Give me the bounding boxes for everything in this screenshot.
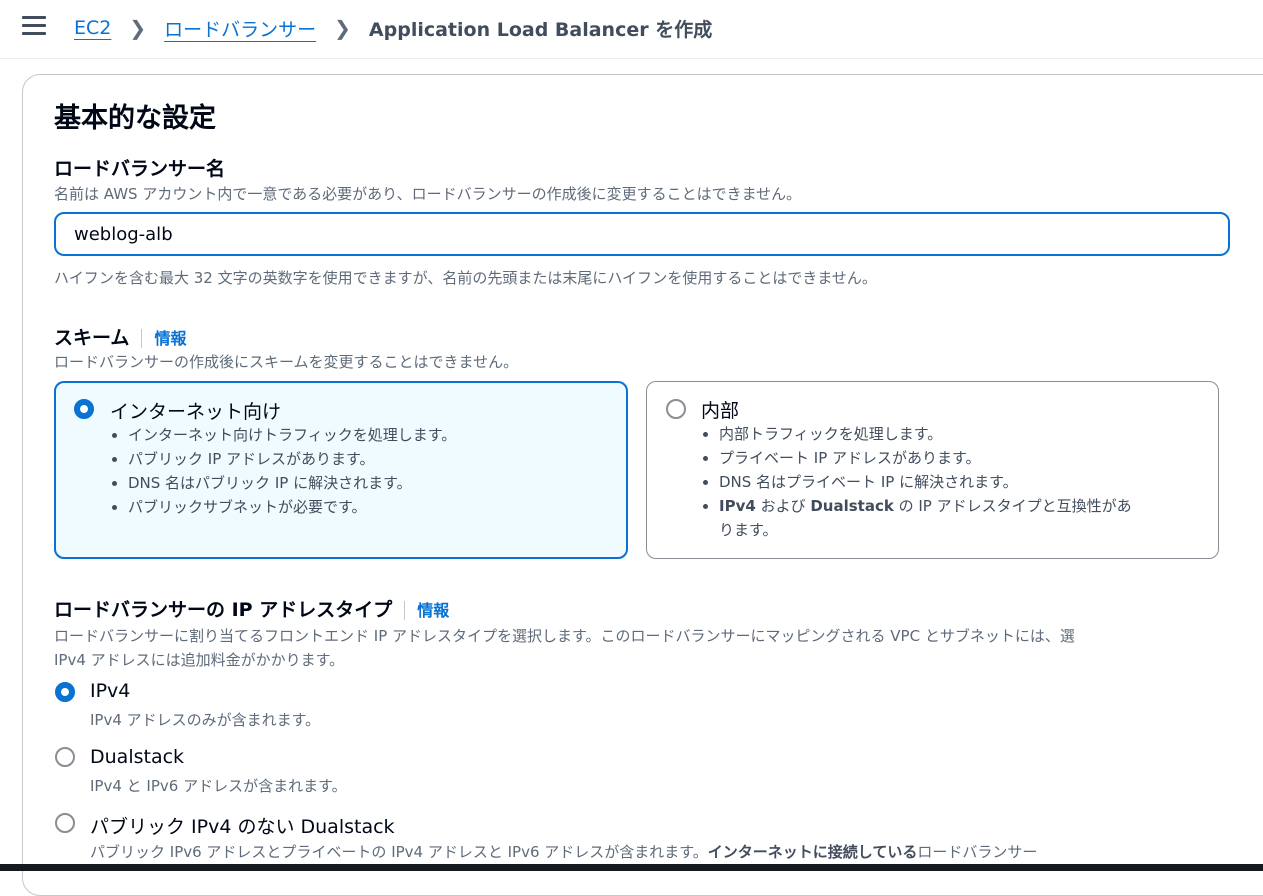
scheme-option-internet-facing[interactable]: インターネット向け インターネット向けトラフィックを処理します。 パブリック I… xyxy=(54,381,628,559)
ip-type-option-label[interactable]: IPv4 xyxy=(90,680,130,702)
radio-button[interactable] xyxy=(74,399,94,419)
ip-type-option-label[interactable]: Dualstack xyxy=(90,746,184,768)
ip-type-radio-dualstack-no-public-ipv4[interactable] xyxy=(55,813,75,833)
breadcrumb-current: Application Load Balancer を作成 xyxy=(368,18,713,41)
list-item: DNS 名はプライベート IP に解決されます。 xyxy=(719,470,1132,494)
lb-name-constraint: ハイフンを含む最大 32 文字の英数字を使用できますが、名前の先頭または末尾にハ… xyxy=(54,269,877,287)
scheme-info-link[interactable]: 情報 xyxy=(141,329,187,348)
scheme-option-label: 内部 xyxy=(701,400,740,422)
list-item: パブリックサブネットが必要です。 xyxy=(128,495,456,519)
ip-type-radio-ipv4[interactable] xyxy=(55,682,75,702)
scheme-option-label: インターネット向け xyxy=(110,401,282,423)
ip-type-description-line1: ロードバランサーに割り当てるフロントエンド IP アドレスタイプを選択します。こ… xyxy=(54,627,1075,645)
ip-type-description-line2: IPv4 アドレスには追加料金がかかります。 xyxy=(54,651,345,669)
scheme-label: スキーム 情報 xyxy=(54,323,187,350)
ip-type-option-label[interactable]: パブリック IPv4 のない Dualstack xyxy=(90,812,395,839)
bottom-edge xyxy=(0,864,1263,871)
list-item: DNS 名はパブリック IP に解決されます。 xyxy=(128,471,456,495)
chevron-right-icon: ❯ xyxy=(129,16,147,40)
lb-name-input[interactable]: weblog-alb xyxy=(54,212,1230,256)
lb-name-value: weblog-alb xyxy=(74,223,173,245)
scheme-option-internal[interactable]: 内部 内部トラフィックを処理します。 プライベート IP アドレスがあります。 … xyxy=(646,381,1219,559)
ip-type-option-description: IPv4 アドレスのみが含まれます。 xyxy=(90,711,321,729)
radio-button[interactable] xyxy=(666,399,686,419)
lb-name-description: 名前は AWS アカウント内で一意である必要があり、ロードバランサーの作成後に変… xyxy=(54,185,802,203)
section-title: 基本的な設定 xyxy=(54,103,216,134)
breadcrumb: EC2 ❯ ロードバランサー ❯ Application Load Balanc… xyxy=(74,15,712,41)
list-item: 内部トラフィックを処理します。 xyxy=(719,422,1132,446)
scheme-option-bullets: 内部トラフィックを処理します。 プライベート IP アドレスがあります。 DNS… xyxy=(699,422,1132,542)
top-bar: EC2 ❯ ロードバランサー ❯ Application Load Balanc… xyxy=(0,0,1263,59)
list-item: IPv4 および Dualstack の IP アドレスタイプと互換性があります… xyxy=(719,494,1132,542)
lb-name-label: ロードバランサー名 xyxy=(54,158,226,180)
ip-type-info-link[interactable]: 情報 xyxy=(404,601,450,620)
breadcrumb-load-balancers-link[interactable]: ロードバランサー xyxy=(164,15,316,42)
scheme-option-bullets: インターネット向けトラフィックを処理します。 パブリック IP アドレスがありま… xyxy=(108,423,456,519)
list-item: プライベート IP アドレスがあります。 xyxy=(719,446,1132,470)
list-item: インターネット向けトラフィックを処理します。 xyxy=(128,423,456,447)
scheme-label-text: スキーム xyxy=(54,327,130,349)
ip-type-option-description: IPv4 と IPv6 アドレスが含まれます。 xyxy=(90,777,347,795)
ip-type-label: ロードバランサーの IP アドレスタイプ 情報 xyxy=(54,595,450,622)
chevron-right-icon: ❯ xyxy=(334,16,351,40)
scheme-description: ロードバランサーの作成後にスキームを変更することはできません。 xyxy=(54,353,519,371)
list-item: パブリック IP アドレスがあります。 xyxy=(128,447,456,471)
breadcrumb-ec2-link[interactable]: EC2 xyxy=(74,17,111,39)
ip-type-option-description: パブリック IPv6 アドレスとプライベートの IPv4 アドレスと IPv6 … xyxy=(90,843,1038,861)
menu-icon[interactable] xyxy=(22,16,46,38)
ip-type-radio-dualstack[interactable] xyxy=(55,747,75,767)
ip-type-label-text: ロードバランサーの IP アドレスタイプ xyxy=(54,599,393,621)
